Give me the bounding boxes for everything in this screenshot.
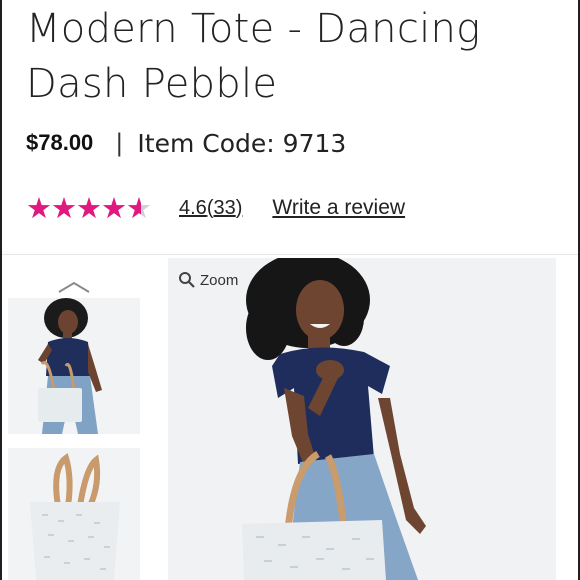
zoom-label: Zoom (200, 271, 239, 289)
chevron-up-icon (58, 281, 90, 293)
product-price: $78.00 (26, 130, 94, 155)
rating-stars-filled: ★★★★★ (26, 194, 141, 222)
rating-value: 4.6 (179, 196, 207, 219)
thumbnail-photo-woman (8, 298, 140, 434)
main-product-image[interactable] (168, 258, 556, 580)
write-review-link[interactable]: Write a review (272, 196, 405, 220)
section-divider (2, 254, 578, 255)
thumbnail-woman-with-tote[interactable] (8, 298, 140, 434)
item-code-label: Item Code: (137, 128, 275, 158)
rating-stars: ★★★★★ ★★★★★ (26, 194, 152, 223)
thumbnail-tote-bag[interactable] (8, 448, 140, 580)
main-photo-woman-with-tote (168, 258, 556, 580)
rating-count: 33 (207, 197, 243, 220)
zoom-button[interactable]: Zoom (178, 271, 238, 289)
thumbnail-scroll-up-button[interactable] (56, 278, 92, 296)
price-row: $78.00 | Item Code: 9713 (26, 126, 346, 160)
item-code-value: 9713 (282, 128, 347, 158)
rating-summary-link[interactable]: 4.6 33 (179, 197, 242, 220)
thumbnail-photo-tote (8, 448, 140, 580)
page-frame-left (0, 0, 2, 580)
rating-row: ★★★★★ ★★★★★ 4.6 33 Write a review (26, 192, 405, 224)
product-title: Modern Tote - Dancing Dash Pebble (26, 6, 481, 107)
price-separator: | (115, 129, 124, 157)
zoom-magnifier-icon (179, 272, 195, 288)
